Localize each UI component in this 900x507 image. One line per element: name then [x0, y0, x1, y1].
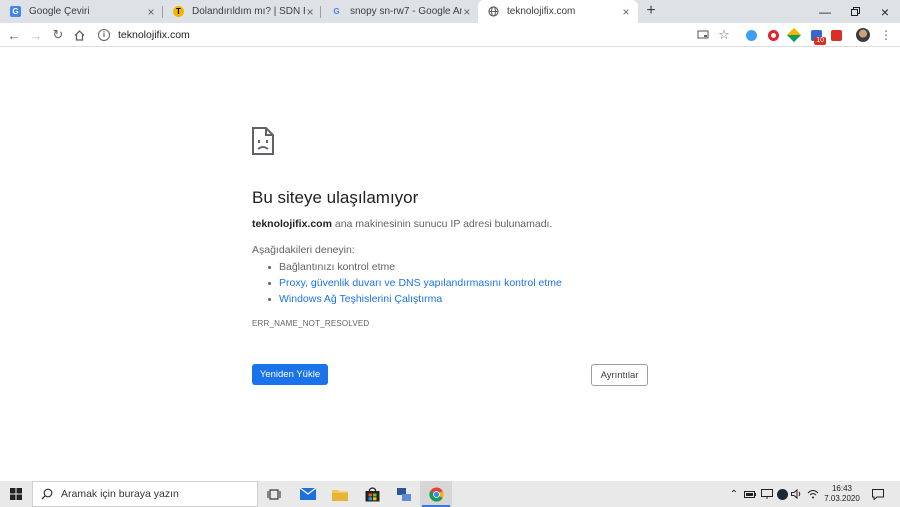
reload-icon: ↻ [52, 27, 64, 42]
tab-title: Dolandırıldım mı? | SDN Forum [192, 6, 305, 17]
wifi-icon[interactable] [806, 481, 820, 507]
taskbar-clock[interactable]: 16:43 7.03.2020 [822, 484, 862, 504]
bullet-icon [268, 298, 271, 301]
home-button[interactable] [70, 26, 88, 44]
info-icon[interactable]: i [98, 29, 110, 41]
restore-button[interactable] [840, 0, 870, 23]
tab-title: Google Çeviri [29, 6, 90, 17]
reload-page-button[interactable]: Yeniden Yükle [252, 364, 328, 385]
battery-icon[interactable] [743, 481, 757, 507]
tab-google-ceviri[interactable]: G Google Çeviri × [0, 0, 163, 23]
search-placeholder: Aramak için buraya yazın [61, 488, 179, 500]
close-icon[interactable]: × [620, 6, 632, 18]
windows-logo-icon [10, 488, 22, 500]
tab-sdn-forum[interactable]: T Dolandırıldım mı? | SDN Forum × [163, 0, 321, 23]
speaker-icon[interactable] [790, 481, 804, 507]
search-icon [41, 488, 53, 500]
restore-icon [850, 7, 860, 16]
chrome-app-button[interactable] [420, 481, 452, 507]
chrome-icon [428, 486, 444, 502]
avatar[interactable] [856, 28, 870, 42]
network-tool-icon [397, 487, 411, 501]
bullet-icon [268, 282, 271, 285]
tray-overflow-chevron-icon[interactable]: ⌃ [728, 481, 740, 507]
close-icon[interactable]: × [305, 6, 315, 18]
task-view-button[interactable] [258, 481, 290, 507]
close-window-button[interactable]: × [870, 0, 900, 23]
try-label: Aşağıdakileri deneyin: [252, 244, 355, 256]
mail-icon [300, 488, 316, 500]
close-icon[interactable]: × [145, 6, 157, 18]
suggestion-check-connection: Bağlantınızı kontrol etme [268, 261, 395, 273]
extension-video-icon[interactable] [829, 28, 843, 42]
details-button[interactable]: Ayrıntılar [591, 364, 648, 386]
store-bag-icon [365, 486, 379, 501]
bullet-icon [268, 266, 271, 269]
mail-app-button[interactable] [292, 481, 324, 507]
google-translate-icon: G [10, 6, 21, 17]
url-text: teknolojifix.com [118, 29, 190, 41]
back-button[interactable]: ← [5, 26, 23, 44]
error-heading: Bu siteye ulaşılamıyor [252, 188, 419, 207]
start-button[interactable] [0, 481, 32, 507]
sdn-forum-icon: T [173, 6, 184, 17]
tab-title: snopy sn-rw7 - Google Arama [350, 6, 462, 17]
error-description: teknolojifix.com ana makinesinin sunucu … [252, 218, 552, 230]
extension-badge: 10 [814, 37, 826, 45]
error-host: teknolojifix.com [252, 218, 332, 230]
clock-date: 7.03.2020 [824, 494, 860, 503]
notification-center-icon[interactable] [870, 481, 886, 507]
extension-puzzle-icon[interactable] [786, 27, 802, 43]
taskbar-search-input[interactable]: Aramak için buraya yazın [32, 481, 258, 507]
suggestion-check-proxy-link[interactable]: Proxy, güvenlik duvarı ve DNS yapılandır… [268, 277, 562, 289]
address-bar[interactable]: i teknolojifix.com [90, 25, 740, 45]
arrow-right-icon: → [29, 27, 43, 43]
minimize-icon: — [819, 4, 831, 19]
monitor-tray-icon[interactable] [760, 481, 774, 507]
error-description-text: ana makinesinin sunucu IP adresi bulunam… [334, 218, 553, 230]
task-view-icon [267, 488, 281, 500]
new-tab-button[interactable]: + [642, 2, 660, 20]
windows-taskbar: Aramak için buraya yazın ⌃ 16:43 7.03.20… [0, 481, 900, 507]
folder-icon [332, 489, 348, 501]
suggestion-network-diagnostics-link[interactable]: Windows Ağ Teşhislerini Çalıştırma [268, 293, 442, 305]
opera-extension-icon[interactable] [766, 28, 780, 42]
forward-button[interactable]: → [27, 26, 45, 44]
store-app-button[interactable] [356, 481, 388, 507]
network-app-button[interactable] [388, 481, 420, 507]
reload-button[interactable]: ↻ [49, 26, 67, 44]
extension-s-icon[interactable] [744, 28, 758, 42]
arrow-left-icon: ← [7, 27, 21, 43]
close-icon: × [880, 3, 890, 20]
extension-badge-icon[interactable]: 10 [808, 28, 826, 45]
sad-page-icon [252, 127, 274, 160]
browser-toolbar: ← → ↻ i teknolojifix.com ☆ 10 ⋮ [0, 23, 900, 47]
tab-teknolojifix[interactable]: teknolojifix.com × [478, 0, 638, 23]
error-page: Bu siteye ulaşılamıyor teknolojifix.com … [0, 48, 900, 481]
cast-icon[interactable] [696, 28, 710, 42]
home-icon [74, 29, 84, 41]
globe-icon [488, 6, 499, 17]
google-icon: G [333, 7, 340, 16]
clock-time: 16:43 [831, 484, 853, 493]
tab-strip: G Google Çeviri × T Dolandırıldım mı? | … [0, 0, 900, 23]
tab-google-search[interactable]: G snopy sn-rw7 - Google Arama × [321, 0, 478, 23]
steam-tray-icon[interactable] [775, 481, 789, 507]
bookmark-star-icon[interactable]: ☆ [717, 27, 731, 42]
error-code: ERR_NAME_NOT_RESOLVED [252, 319, 370, 328]
close-icon[interactable]: × [462, 6, 472, 18]
tab-title: teknolojifix.com [507, 6, 576, 17]
minimize-button[interactable]: — [810, 0, 840, 23]
file-explorer-button[interactable] [324, 481, 356, 507]
menu-icon[interactable]: ⋮ [879, 28, 893, 42]
